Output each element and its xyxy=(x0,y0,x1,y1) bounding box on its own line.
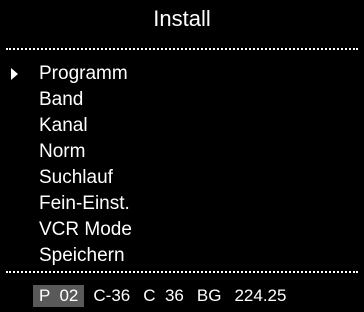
menu-item-label: Speichern xyxy=(39,245,125,266)
bottom-divider xyxy=(6,271,358,273)
menu-item-norm[interactable]: Norm xyxy=(0,139,364,165)
menu-item-label: Band xyxy=(39,89,84,110)
frequency-readout: 224.25 xyxy=(234,286,287,305)
install-menu-list: Programm Band Kanal Norm Suchlauf Fein-E… xyxy=(0,61,364,269)
channel-number: C 36 xyxy=(143,286,184,305)
menu-item-band[interactable]: Band xyxy=(0,87,364,113)
program-number: P 02 xyxy=(33,285,85,307)
menu-item-fein-einst[interactable]: Fein-Einst. xyxy=(0,191,364,217)
menu-item-label: Kanal xyxy=(39,115,88,136)
menu-item-speichern[interactable]: Speichern xyxy=(0,243,364,269)
screen-title: Install xyxy=(153,6,211,31)
tv-norm: BG xyxy=(196,286,222,305)
menu-item-label: Norm xyxy=(39,141,86,162)
menu-item-vcr-mode[interactable]: VCR Mode xyxy=(0,217,364,243)
install-menu-screen: Install Programm Band Kanal Norm Suchlau… xyxy=(0,0,364,312)
menu-item-kanal[interactable]: Kanal xyxy=(0,113,364,139)
menu-item-label: Fein-Einst. xyxy=(39,193,130,214)
status-bar: P 02 C-36 C 36 BG 224.25 xyxy=(33,285,299,307)
menu-item-suchlauf[interactable]: Suchlauf xyxy=(0,165,364,191)
menu-item-programm[interactable]: Programm xyxy=(0,61,364,87)
channel-code: C-36 xyxy=(93,286,131,305)
menu-item-label: Suchlauf xyxy=(39,167,113,188)
menu-item-label: Programm xyxy=(39,63,128,84)
menu-item-label: VCR Mode xyxy=(39,219,132,240)
selection-cursor-icon xyxy=(11,68,18,80)
top-divider xyxy=(6,48,358,50)
